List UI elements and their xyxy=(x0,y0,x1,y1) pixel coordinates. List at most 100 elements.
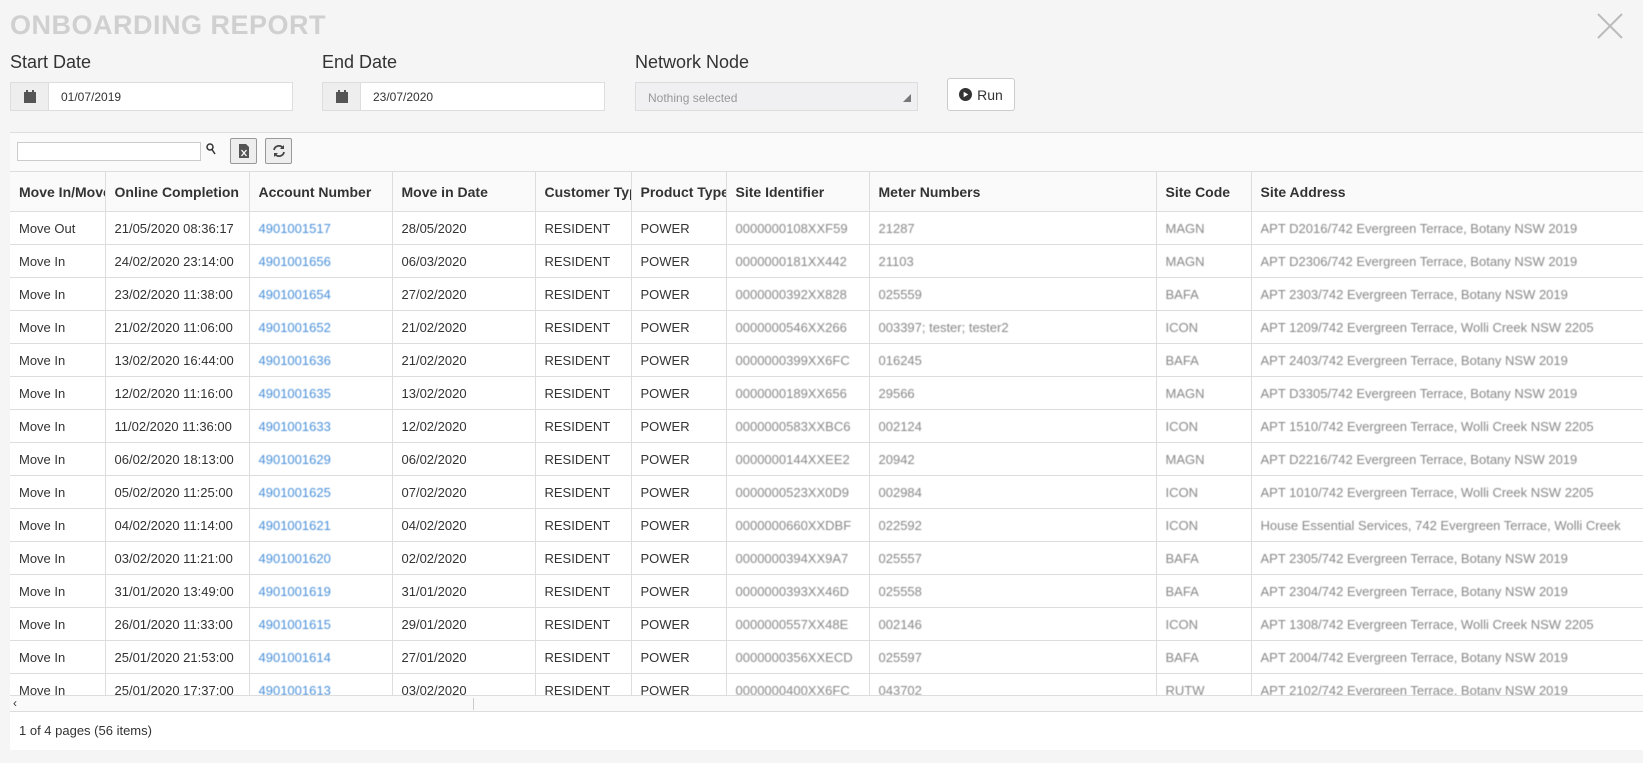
table-cell: BAFA xyxy=(1156,541,1252,575)
table-row[interactable]: Move In 26/01/2020 11:33:00 4901001615 29/0… xyxy=(10,607,1643,641)
table-cell: 043702 xyxy=(869,673,1157,695)
table-row[interactable]: Move In 05/02/2020 11:25:00 4901001625 07/0… xyxy=(10,475,1643,509)
table-cell: 21287 xyxy=(869,211,1157,245)
column-header[interactable]: Account Number xyxy=(249,171,393,212)
table-cell: APT 2102/742 Evergreen Terrace, Botany N… xyxy=(1251,673,1643,695)
column-header[interactable]: Customer Type xyxy=(535,171,632,212)
column-header[interactable]: Site Code xyxy=(1156,171,1252,212)
table-row[interactable]: Move In 03/02/2020 11:21:00 4901001620 02/0… xyxy=(10,541,1643,575)
column-header[interactable]: Move in Date xyxy=(392,171,536,212)
table-cell: RESIDENT xyxy=(535,244,632,278)
account-number-link[interactable]: 4901001654 xyxy=(249,277,393,311)
table-row[interactable]: Move In 24/02/2020 23:14:00 4901001656 06/0… xyxy=(10,244,1643,278)
table-row[interactable]: Move In 31/01/2020 13:49:00 4901001619 31/0… xyxy=(10,574,1643,608)
table-cell: BAFA xyxy=(1156,574,1252,608)
table-cell: APT 1510/742 Evergreen Terrace, Wolli Cr… xyxy=(1251,409,1643,443)
table-row[interactable]: Move In 21/02/2020 11:06:00 4901001652 21/0… xyxy=(10,310,1643,344)
table-row[interactable]: Move In 25/01/2020 17:37:00 4901001613 03/0… xyxy=(10,673,1643,695)
table-cell: 0000000546XX266 xyxy=(726,310,870,344)
table-cell: 21103 xyxy=(869,244,1157,278)
table-cell: POWER xyxy=(631,508,727,542)
data-grid: Move In/Move OutOnline CompletionAccount… xyxy=(10,171,1643,695)
table-row[interactable]: Move In 23/02/2020 11:38:00 4901001654 27/0… xyxy=(10,277,1643,311)
account-number-link[interactable]: 4901001633 xyxy=(249,409,393,443)
table-row[interactable]: Move In 25/01/2020 21:53:00 4901001614 27/0… xyxy=(10,640,1643,674)
table-cell: APT D3305/742 Evergreen Terrace, Botany … xyxy=(1251,376,1643,410)
table-cell: MAGN xyxy=(1156,442,1252,476)
account-number-link[interactable]: 4901001621 xyxy=(249,508,393,542)
table-cell: Move In xyxy=(10,640,106,674)
table-cell: 31/01/2020 13:49:00 xyxy=(105,574,250,608)
table-cell: Move In xyxy=(10,343,106,377)
end-date-label: End Date xyxy=(322,52,398,72)
table-cell: 0000000356XXECD xyxy=(726,640,870,674)
table-cell: APT 2004/742 Evergreen Terrace, Botany N… xyxy=(1251,640,1643,674)
table-cell: 022592 xyxy=(869,508,1157,542)
column-header[interactable]: Product Type xyxy=(631,171,727,212)
table-cell: 003397; tester; tester2 xyxy=(869,310,1157,344)
excel-export-button[interactable] xyxy=(230,138,257,164)
horizontal-scrollbar[interactable]: ‹ xyxy=(10,695,1643,712)
table-cell: 04/02/2020 11:14:00 xyxy=(105,508,250,542)
table-row[interactable]: Move In 12/02/2020 11:16:00 4901001635 13/0… xyxy=(10,376,1643,410)
table-cell: RESIDENT xyxy=(535,310,632,344)
table-cell: 27/01/2020 xyxy=(392,640,536,674)
account-number-link[interactable]: 4901001652 xyxy=(249,310,393,344)
account-number-link[interactable]: 4901001635 xyxy=(249,376,393,410)
table-cell: APT 2304/742 Evergreen Terrace, Botany N… xyxy=(1251,574,1643,608)
scrollbar-thumb[interactable] xyxy=(24,698,474,710)
account-number-link[interactable]: 4901001615 xyxy=(249,607,393,641)
scroll-left-icon[interactable]: ‹ xyxy=(13,696,17,710)
table-cell: 0000000393XX46D xyxy=(726,574,870,608)
table-row[interactable]: Move Out 21/05/2020 08:36:17 4901001517 28/… xyxy=(10,211,1643,245)
search-input[interactable] xyxy=(17,142,201,161)
account-number-link[interactable]: 4901001636 xyxy=(249,343,393,377)
column-header[interactable]: Site Address xyxy=(1251,171,1643,212)
account-number-link[interactable]: 4901001629 xyxy=(249,442,393,476)
start-date-input[interactable] xyxy=(49,83,292,110)
column-header[interactable]: Move In/Move Out xyxy=(10,171,106,212)
table-cell: 13/02/2020 16:44:00 xyxy=(105,343,250,377)
refresh-button[interactable] xyxy=(265,138,292,164)
table-cell: POWER xyxy=(631,343,727,377)
network-node-value: Nothing selected xyxy=(648,91,738,105)
table-cell: POWER xyxy=(631,277,727,311)
table-cell: RESIDENT xyxy=(535,376,632,410)
table-row[interactable]: Move In 13/02/2020 16:44:00 4901001636 21/0… xyxy=(10,343,1643,377)
column-header[interactable]: Site Identifier xyxy=(726,171,870,212)
account-number-link[interactable]: 4901001614 xyxy=(249,640,393,674)
table-cell: 20942 xyxy=(869,442,1157,476)
account-number-link[interactable]: 4901001517 xyxy=(249,211,393,245)
end-date-input[interactable] xyxy=(361,83,604,110)
account-number-link[interactable]: 4901001625 xyxy=(249,475,393,509)
table-cell: RESIDENT xyxy=(535,442,632,476)
table-cell: APT D2016/742 Evergreen Terrace, Botany … xyxy=(1251,211,1643,245)
account-number-link[interactable]: 4901001620 xyxy=(249,541,393,575)
column-header[interactable]: Meter Numbers xyxy=(869,171,1157,212)
table-cell: 29566 xyxy=(869,376,1157,410)
network-node-select[interactable]: Nothing selected xyxy=(635,82,918,111)
account-number-link[interactable]: 4901001613 xyxy=(249,673,393,695)
account-number-link[interactable]: 4901001619 xyxy=(249,574,393,608)
play-circle-icon xyxy=(959,88,973,101)
table-cell: BAFA xyxy=(1156,640,1252,674)
search-icon[interactable] xyxy=(206,143,216,155)
table-cell: ICON xyxy=(1156,409,1252,443)
table-cell: 07/02/2020 xyxy=(392,475,536,509)
table-row[interactable]: Move In 04/02/2020 11:14:00 4901001621 04/0… xyxy=(10,508,1643,542)
run-label: Run xyxy=(977,86,1003,103)
table-row[interactable]: Move In 11/02/2020 11:36:00 4901001633 12/0… xyxy=(10,409,1643,443)
table-cell: Move Out xyxy=(10,211,106,245)
table-cell: APT 1209/742 Evergreen Terrace, Wolli Cr… xyxy=(1251,310,1643,344)
calendar-icon[interactable] xyxy=(11,83,49,110)
calendar-icon[interactable] xyxy=(323,83,361,110)
table-cell: House Essential Services, 742 Evergreen … xyxy=(1251,508,1643,542)
account-number-link[interactable]: 4901001656 xyxy=(249,244,393,278)
close-icon[interactable] xyxy=(1594,10,1626,42)
table-cell: ICON xyxy=(1156,310,1252,344)
table-cell: APT D2306/742 Evergreen Terrace, Botany … xyxy=(1251,244,1643,278)
table-row[interactable]: Move In 06/02/2020 18:13:00 4901001629 06/0… xyxy=(10,442,1643,476)
run-button[interactable]: Run xyxy=(947,78,1015,111)
table-cell: POWER xyxy=(631,475,727,509)
column-header[interactable]: Online Completion xyxy=(105,171,250,212)
